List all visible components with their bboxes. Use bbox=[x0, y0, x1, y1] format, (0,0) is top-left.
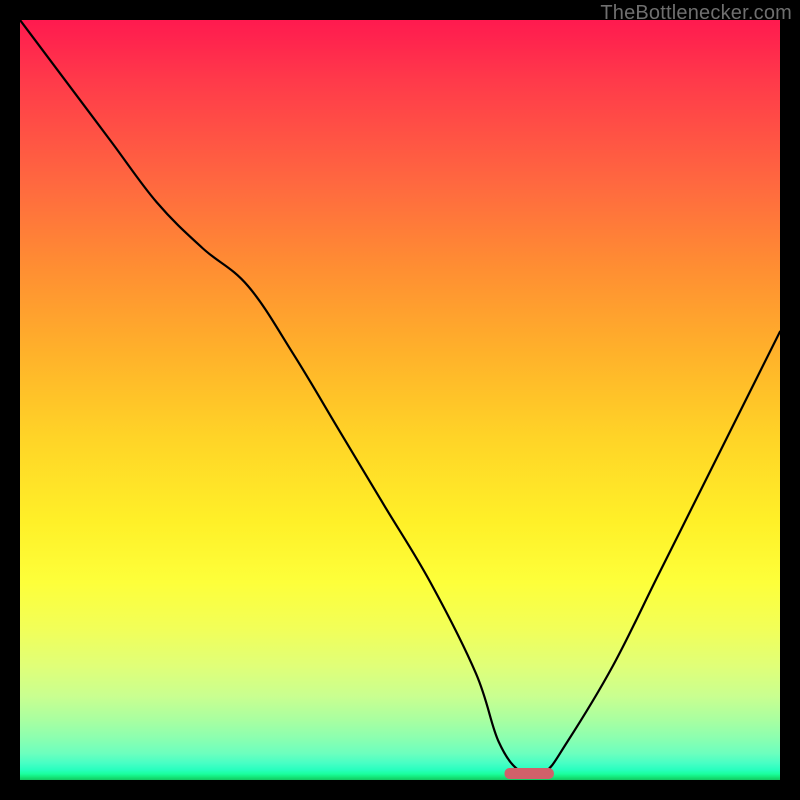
bottleneck-curve bbox=[20, 20, 780, 777]
chart-frame: TheBottlenecker.com bbox=[0, 0, 800, 800]
watermark-text: TheBottlenecker.com bbox=[600, 2, 792, 25]
plot-area bbox=[20, 20, 780, 780]
optimal-marker bbox=[505, 768, 554, 779]
curve-layer bbox=[20, 20, 780, 780]
